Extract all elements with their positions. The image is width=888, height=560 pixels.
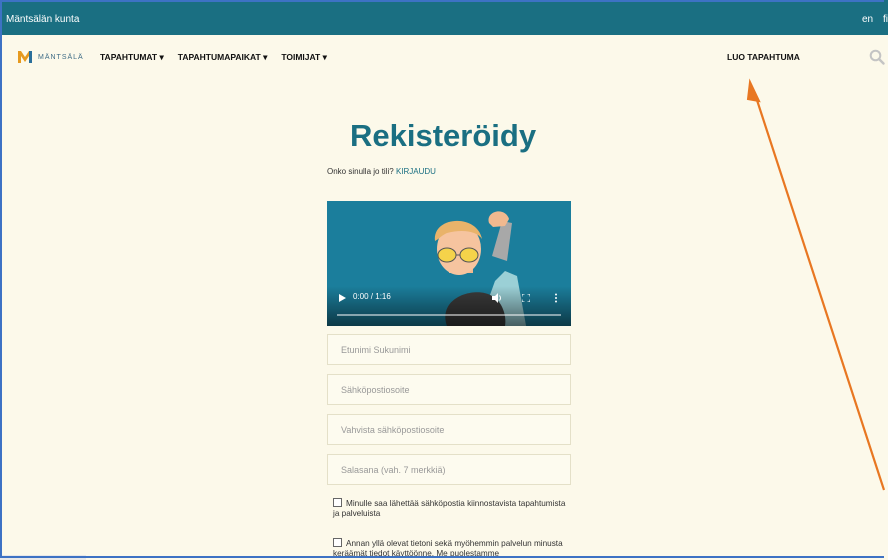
screenshot-border: [0, 0, 884, 558]
